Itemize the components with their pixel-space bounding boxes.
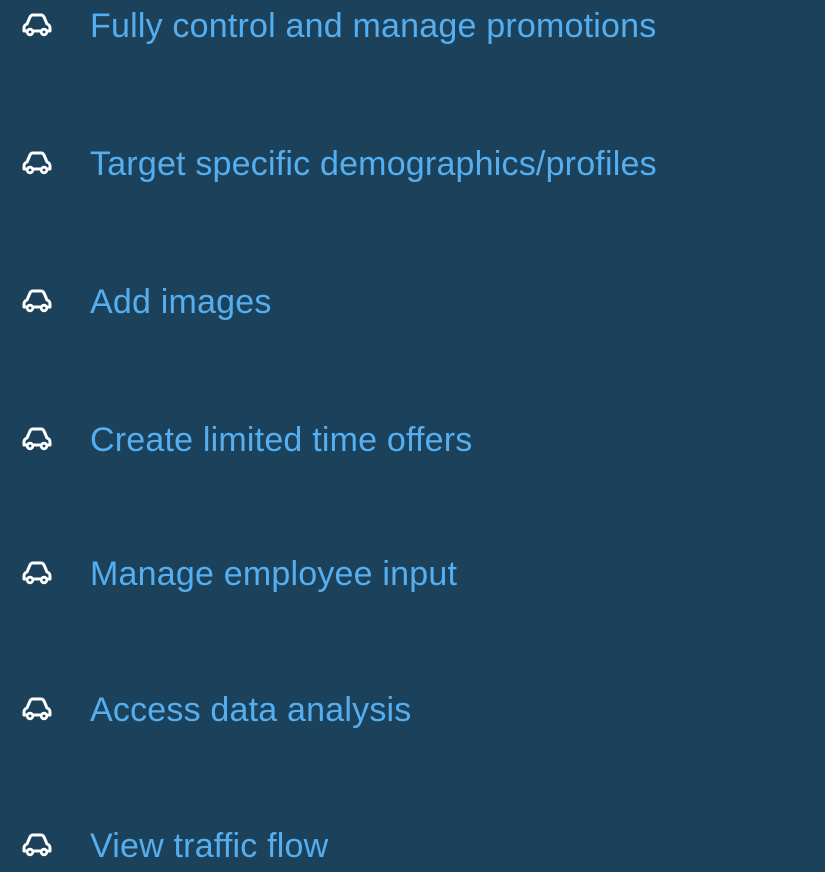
feature-item-promotions: Fully control and manage promotions xyxy=(0,0,656,52)
feature-label: Access data analysis xyxy=(90,691,412,729)
feature-item-data-analysis: Access data analysis xyxy=(0,684,412,736)
car-icon xyxy=(22,561,52,585)
car-icon xyxy=(22,151,52,175)
feature-label: Create limited time offers xyxy=(90,421,473,459)
car-icon xyxy=(22,13,52,37)
feature-item-traffic-flow: View traffic flow xyxy=(0,820,328,872)
car-icon xyxy=(22,427,52,451)
feature-list: Fully control and manage promotions Targ… xyxy=(0,0,825,866)
feature-label: Add images xyxy=(90,283,272,321)
feature-item-offers: Create limited time offers xyxy=(0,414,473,466)
feature-label: Manage employee input xyxy=(90,555,458,593)
feature-label: Target specific demographics/profiles xyxy=(90,145,657,183)
feature-item-demographics: Target specific demographics/profiles xyxy=(0,138,657,190)
feature-item-images: Add images xyxy=(0,276,272,328)
feature-label: Fully control and manage promotions xyxy=(90,7,657,45)
car-icon xyxy=(22,833,52,857)
feature-item-employee-input: Manage employee input xyxy=(0,548,457,600)
car-icon xyxy=(22,697,52,721)
car-icon xyxy=(22,289,52,313)
feature-label: View traffic flow xyxy=(90,827,329,865)
